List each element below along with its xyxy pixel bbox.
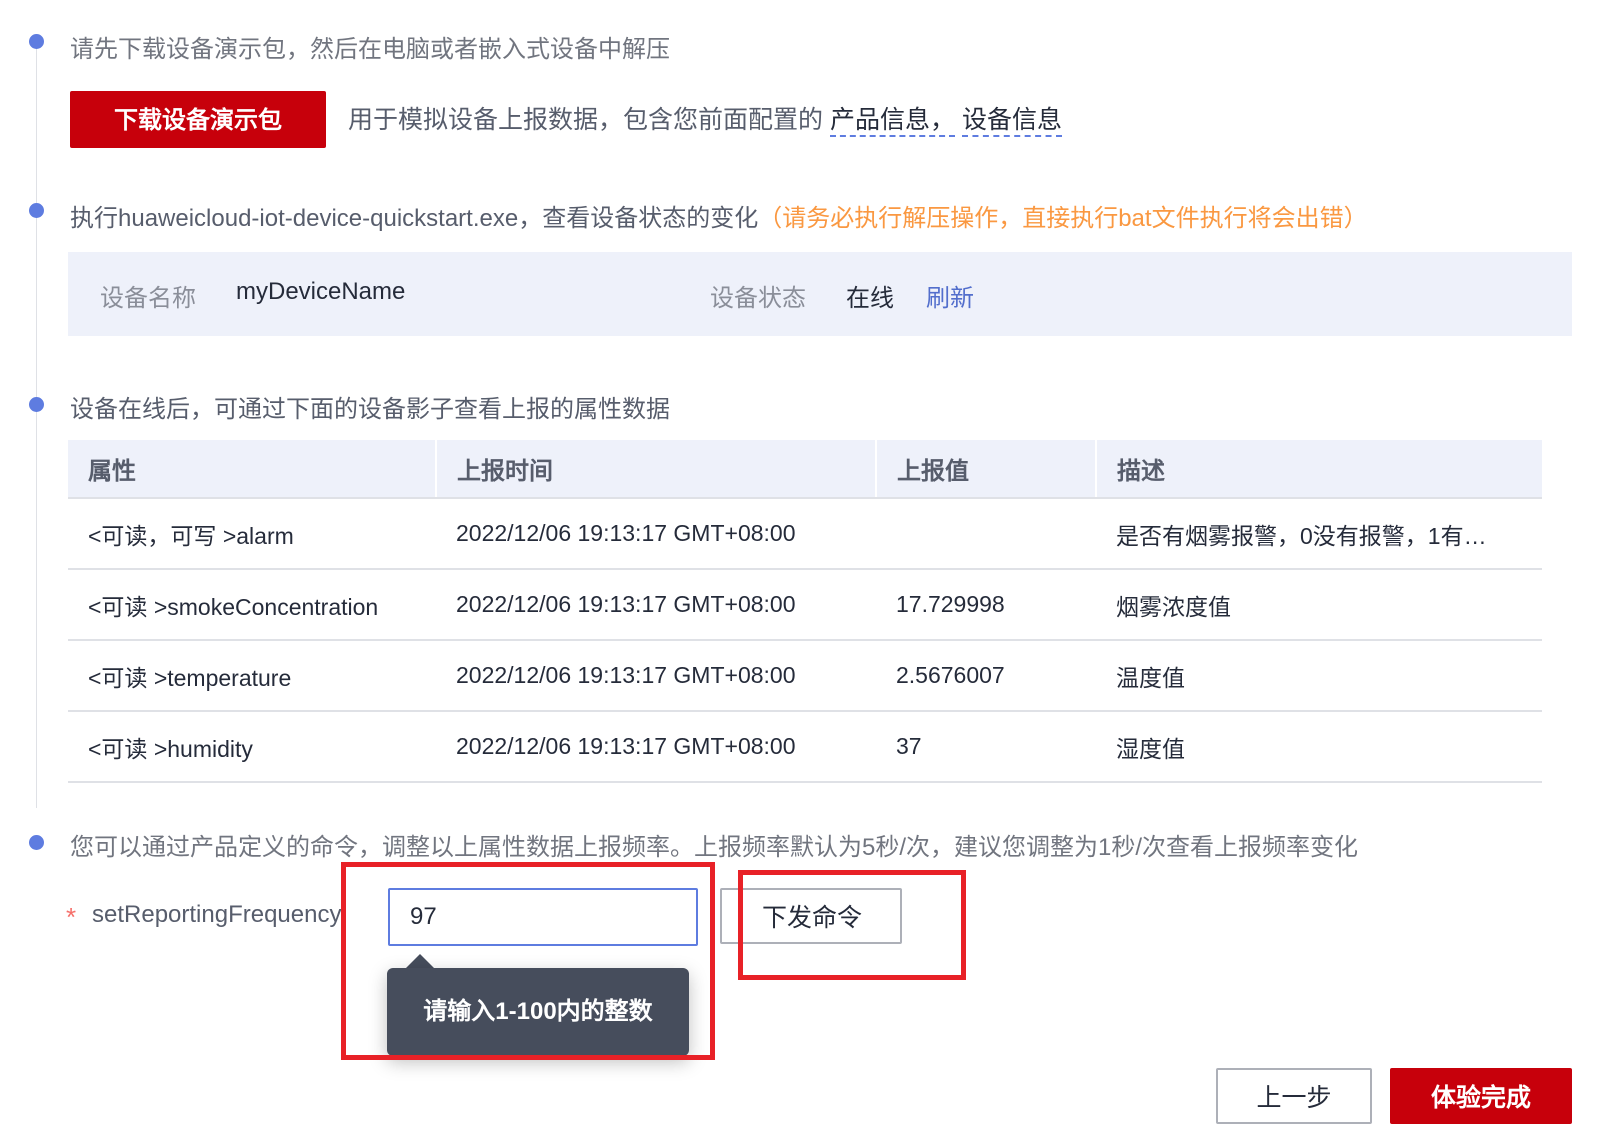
step-2-dot	[29, 203, 44, 218]
download-description: 用于模拟设备上报数据，包含您前面配置的 产品信息， 设备信息	[348, 100, 1062, 137]
device-info-link[interactable]: 设备信息	[961, 106, 1062, 137]
step-2-text: 执行huaweicloud-iot-device-quickstart.exe，…	[70, 198, 1368, 233]
header-description: 描述	[1095, 440, 1542, 499]
step-4-dot	[29, 835, 44, 850]
device-name-label: 设备名称	[100, 285, 196, 312]
cell-report-time: 2022/12/06 19:13:17 GMT+08:00	[436, 711, 876, 783]
step-3-text: 设备在线后，可通过下面的设备影子查看上报的属性数据	[70, 396, 670, 423]
device-status-value: 在线	[846, 285, 894, 312]
cell-report-time: 2022/12/06 19:13:17 GMT+08:00	[436, 569, 876, 641]
device-name-value: myDeviceName	[236, 278, 406, 305]
cell-report-value: 2.5676007	[876, 640, 1096, 712]
step-3-dot	[29, 397, 44, 412]
product-info-link[interactable]: 产品信息，	[829, 106, 955, 137]
tooltip-arrow	[406, 954, 434, 968]
table-row: <可读 >humidity 2022/12/06 19:13:17 GMT+08…	[68, 711, 1542, 783]
cell-description: 温度值	[1096, 640, 1542, 712]
frequency-input[interactable]	[388, 888, 698, 946]
header-report-time: 上报时间	[435, 440, 876, 499]
validation-tooltip: 请输入1-100内的整数	[387, 968, 689, 1056]
set-reporting-frequency-label: setReportingFrequency	[92, 901, 342, 928]
cell-property: <可读 >humidity	[68, 711, 436, 783]
table-row: <可读，可写 >alarm 2022/12/06 19:13:17 GMT+08…	[68, 498, 1542, 570]
cell-report-value: 17.729998	[876, 569, 1096, 641]
download-description-text: 用于模拟设备上报数据，包含您前面配置的	[348, 106, 824, 134]
cell-description: 是否有烟雾报警，0没有报警，1有…	[1096, 498, 1542, 570]
cell-description: 烟雾浓度值	[1096, 569, 1542, 641]
device-status-panel: 设备名称 myDeviceName 设备状态 在线 刷新	[68, 252, 1572, 336]
table-row: <可读 >smokeConcentration 2022/12/06 19:13…	[68, 569, 1542, 641]
cell-property: <可读 >smokeConcentration	[68, 569, 436, 641]
timeline-line	[36, 48, 37, 808]
step-1-dot	[29, 34, 44, 49]
table-row: <可读 >temperature 2022/12/06 19:13:17 GMT…	[68, 640, 1542, 712]
step-2-warning: （请务必执行解压操作，直接执行bat文件执行将会出错）	[758, 205, 1368, 232]
cell-description: 湿度值	[1096, 711, 1542, 783]
cell-report-value	[876, 498, 1096, 570]
header-property: 属性	[68, 440, 436, 499]
cell-report-time: 2022/12/06 19:13:17 GMT+08:00	[436, 498, 876, 570]
device-shadow-table: 属性 上报时间 上报值 描述 <可读，可写 >alarm 2022/12/06 …	[68, 440, 1542, 783]
cell-property: <可读，可写 >alarm	[68, 498, 436, 570]
device-status-label: 设备状态	[710, 285, 806, 312]
step-1-text: 请先下载设备演示包，然后在电脑或者嵌入式设备中解压	[70, 36, 670, 63]
header-report-value: 上报值	[875, 440, 1096, 499]
send-command-button[interactable]: 下发命令	[720, 888, 902, 944]
required-asterisk: *	[66, 902, 77, 932]
cell-report-time: 2022/12/06 19:13:17 GMT+08:00	[436, 640, 876, 712]
finish-experience-button[interactable]: 体验完成	[1390, 1068, 1572, 1124]
step-4-text: 您可以通过产品定义的命令，调整以上属性数据上报频率。上报频率默认为5秒/次，建议…	[70, 834, 1359, 861]
previous-step-button[interactable]: 上一步	[1216, 1068, 1372, 1124]
table-header-row: 属性 上报时间 上报值 描述	[68, 440, 1542, 499]
download-demo-package-button[interactable]: 下载设备演示包	[70, 91, 326, 148]
cell-property: <可读 >temperature	[68, 640, 436, 712]
step-2-main-text: 执行huaweicloud-iot-device-quickstart.exe，…	[70, 205, 759, 232]
refresh-link[interactable]: 刷新	[926, 278, 974, 313]
cell-report-value: 37	[876, 711, 1096, 783]
